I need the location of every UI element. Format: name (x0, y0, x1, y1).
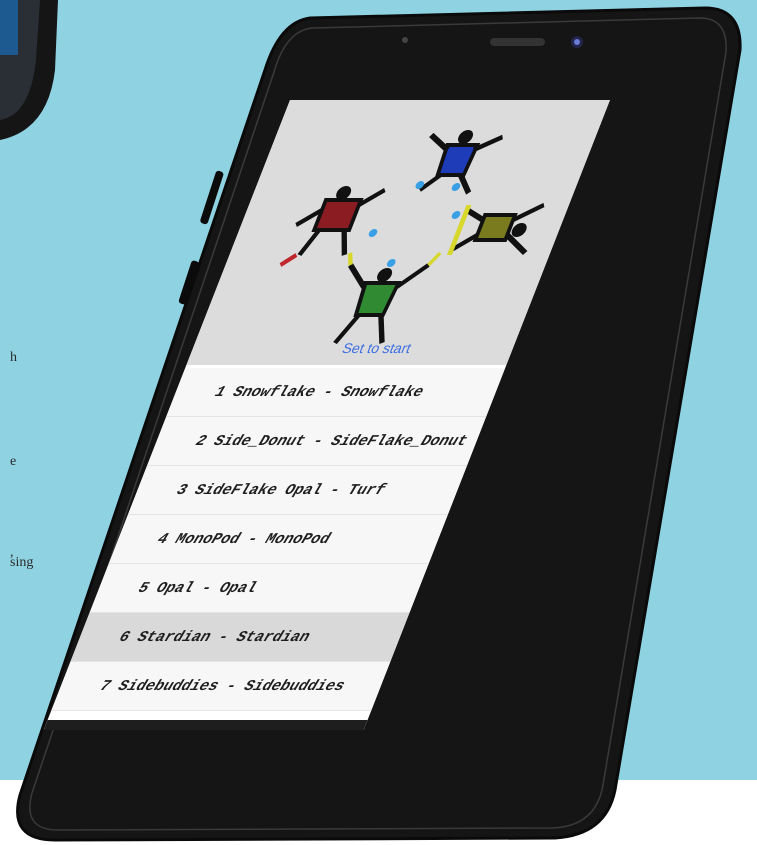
list-item[interactable]: 1 Snowflake - Snowflake (166, 368, 506, 417)
list-item[interactable]: 5 Opal - Opal (89, 564, 429, 613)
skydiver-green (333, 251, 442, 345)
skydiver-yellow (446, 202, 545, 256)
list-item[interactable]: 4 MonoPod - MonoPod (108, 515, 448, 564)
list-item-selected[interactable]: 6 Stardian - Stardian (70, 613, 410, 662)
connector-grips (368, 181, 461, 267)
skydiver-red (279, 186, 386, 267)
screen-bottom-edge (43, 720, 368, 730)
speaker-grille (490, 38, 545, 46)
list-item[interactable]: 3 SideFlake Opal - Turf (127, 466, 467, 515)
set-to-start-link[interactable]: Set to start (340, 340, 414, 356)
list-item[interactable]: 7 Sidebuddies - Sidebuddies (51, 662, 391, 711)
list-item[interactable]: 2 Side_Donut - SideFlake_Donut (146, 417, 487, 466)
sensor (402, 37, 408, 43)
